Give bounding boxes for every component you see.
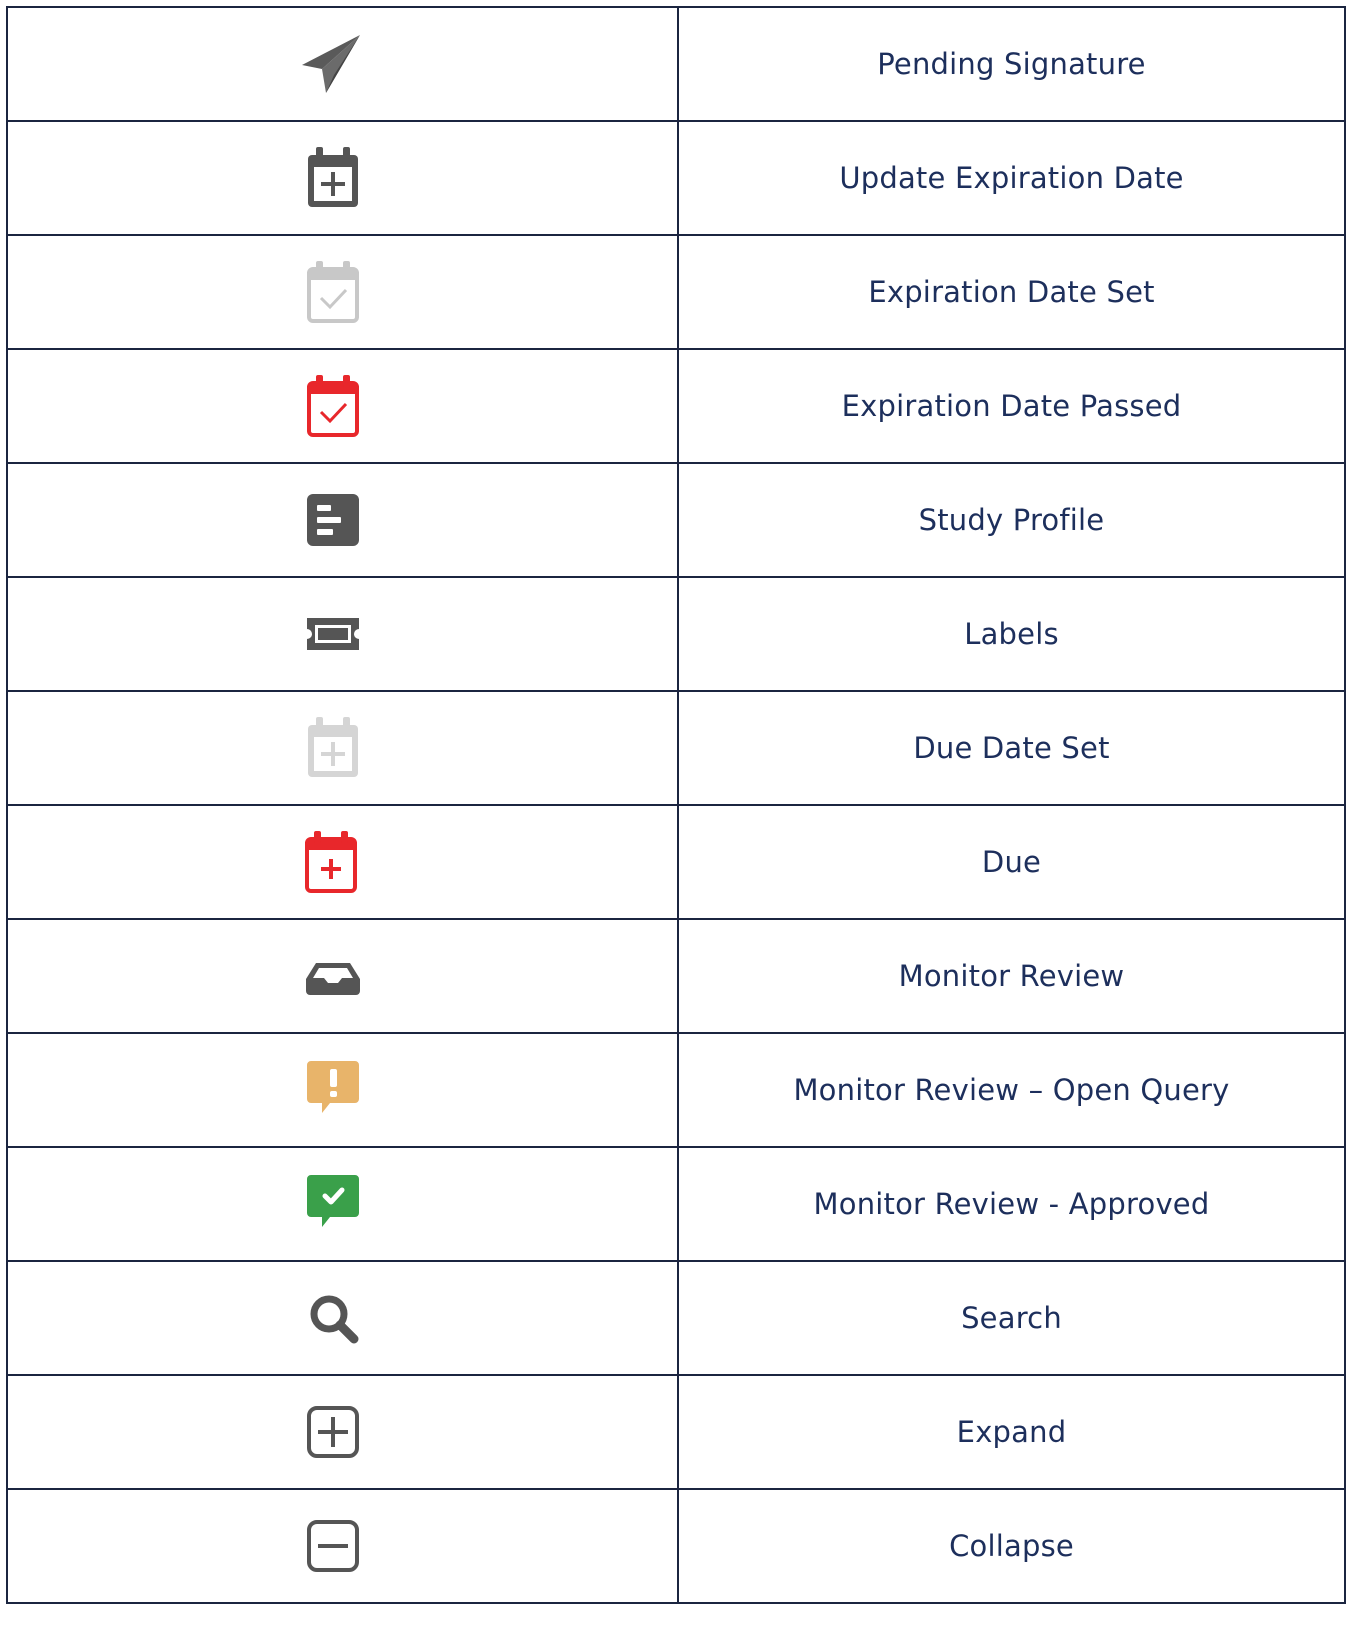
icon-legend-table: Pending Signature Update Expiration Date…: [6, 6, 1346, 1604]
paper-plane-icon: [298, 29, 368, 99]
legend-label: Monitor Review – Open Query: [677, 1032, 1346, 1148]
table-row: Due: [6, 804, 1346, 920]
table-row: Labels: [6, 576, 1346, 692]
table-row: Expiration Date Set: [6, 234, 1346, 350]
table-row: Monitor Review: [6, 918, 1346, 1034]
legend-label: Monitor Review - Approved: [677, 1146, 1346, 1262]
calendar-plus-red-icon: [298, 827, 368, 897]
table-row: Expand: [6, 1374, 1346, 1490]
comment-exclamation-icon: [298, 1055, 368, 1125]
table-row: Expiration Date Passed: [6, 348, 1346, 464]
table-row: Due Date Set: [6, 690, 1346, 806]
search-icon: [298, 1283, 368, 1353]
table-row: Pending Signature: [6, 6, 1346, 122]
legend-label: Update Expiration Date: [677, 120, 1346, 236]
calendar-check-red-icon: [298, 371, 368, 441]
inbox-tray-icon: [298, 941, 368, 1011]
legend-label: Expiration Date Set: [677, 234, 1346, 350]
minus-square-icon: [298, 1511, 368, 1581]
legend-label: Monitor Review: [677, 918, 1346, 1034]
table-row: Update Expiration Date: [6, 120, 1346, 236]
legend-label: Study Profile: [677, 462, 1346, 578]
legend-label: Due: [677, 804, 1346, 920]
table-row: Study Profile: [6, 462, 1346, 578]
calendar-plus-icon: [298, 143, 368, 213]
legend-label: Collapse: [677, 1488, 1346, 1604]
comment-check-icon: [298, 1169, 368, 1239]
calendar-check-light-icon: [298, 257, 368, 327]
legend-label: Due Date Set: [677, 690, 1346, 806]
ticket-icon: [298, 599, 368, 669]
table-row: Monitor Review – Open Query: [6, 1032, 1346, 1148]
profile-card-icon: [298, 485, 368, 555]
plus-square-icon: [298, 1397, 368, 1467]
legend-label: Expand: [677, 1374, 1346, 1490]
legend-label: Expiration Date Passed: [677, 348, 1346, 464]
table-row: Search: [6, 1260, 1346, 1376]
legend-label: Search: [677, 1260, 1346, 1376]
calendar-plus-light-icon: [298, 713, 368, 783]
legend-label: Labels: [677, 576, 1346, 692]
legend-label: Pending Signature: [677, 6, 1346, 122]
table-row: Monitor Review - Approved: [6, 1146, 1346, 1262]
table-row: Collapse: [6, 1488, 1346, 1604]
